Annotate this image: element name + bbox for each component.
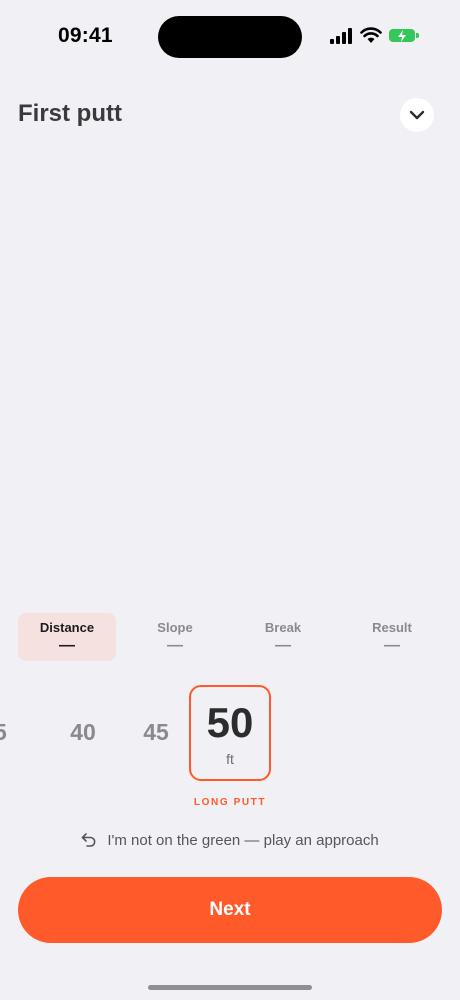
distance-option[interactable]: 45 bbox=[126, 719, 186, 746]
selected-distance-value: 50 bbox=[206, 699, 254, 746]
play-approach-label: I'm not on the green — play an approach bbox=[107, 831, 379, 849]
page-title: First putt bbox=[18, 100, 122, 127]
putt-attribute-tabs: Distance — Slope — Break — Result — bbox=[18, 613, 442, 661]
distance-option[interactable]: 40 bbox=[53, 719, 113, 746]
battery-bolt-icon bbox=[398, 30, 406, 42]
tab-value: — bbox=[167, 637, 183, 654]
tab-result[interactable]: Result — bbox=[343, 613, 441, 661]
battery-cap bbox=[416, 33, 419, 38]
collapse-button[interactable] bbox=[400, 98, 434, 132]
play-approach-link[interactable]: I'm not on the green — play an approach bbox=[0, 829, 460, 851]
tab-break[interactable]: Break — bbox=[234, 613, 332, 661]
cellular-signal-icon bbox=[330, 28, 352, 44]
next-button-label: Next bbox=[209, 899, 251, 920]
tab-value: — bbox=[275, 637, 291, 654]
tab-label: Break bbox=[264, 620, 302, 635]
tab-value: — bbox=[59, 637, 75, 654]
distance-unit: ft bbox=[226, 751, 234, 767]
tab-label: Distance bbox=[39, 620, 95, 635]
distance-option[interactable]: 35 bbox=[0, 719, 24, 746]
tab-label: Slope bbox=[157, 620, 193, 635]
tab-distance[interactable]: Distance — bbox=[18, 613, 116, 661]
chevron-down-icon bbox=[409, 110, 425, 120]
tab-slope[interactable]: Slope — bbox=[126, 613, 224, 661]
tab-value: — bbox=[384, 637, 400, 654]
tab-label: Result bbox=[372, 620, 412, 635]
dynamic-island bbox=[158, 16, 302, 58]
next-button[interactable]: Next bbox=[18, 877, 442, 943]
putt-category-label: LONG PUTT bbox=[193, 797, 267, 808]
selected-distance[interactable]: 50 ft bbox=[189, 685, 271, 781]
undo-arrow-icon bbox=[82, 833, 96, 847]
status-time: 09:41 bbox=[58, 24, 113, 47]
home-indicator bbox=[148, 985, 312, 990]
distance-picker[interactable]: 35 40 45 50 ft bbox=[0, 683, 460, 783]
wifi-icon bbox=[360, 27, 382, 43]
